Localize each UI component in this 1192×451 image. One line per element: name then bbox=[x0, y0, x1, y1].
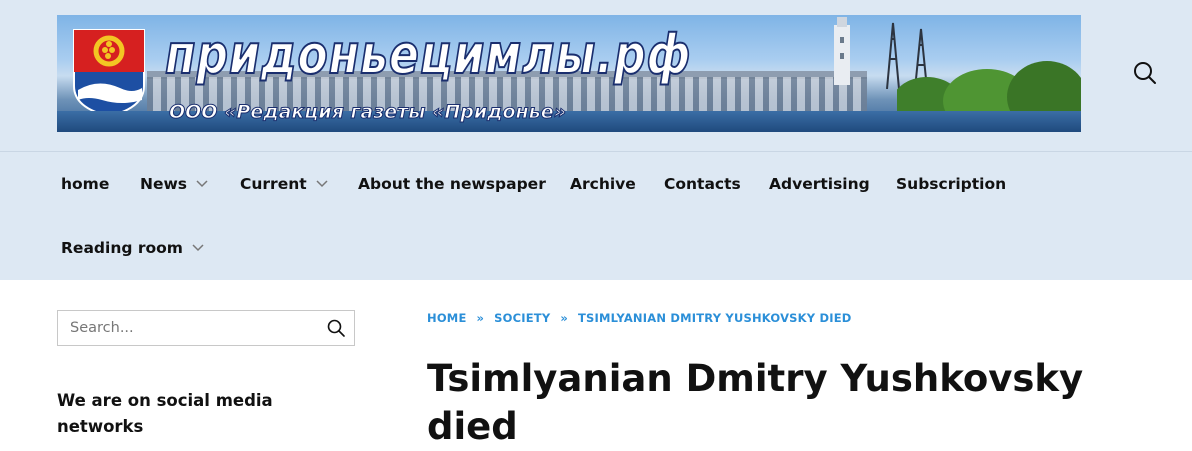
city-emblem-icon bbox=[73, 29, 145, 118]
nav-item-news[interactable]: News bbox=[140, 152, 208, 216]
nav-item-label: Contacts bbox=[664, 175, 741, 193]
tower-icon bbox=[834, 17, 850, 85]
site-title: придоньецимлы.рф bbox=[164, 22, 692, 87]
nav-item-label: Current bbox=[240, 175, 307, 193]
nav-item-reading-room[interactable]: Reading room bbox=[61, 216, 204, 280]
nav-item-archive[interactable]: Archive bbox=[570, 152, 636, 216]
breadcrumb: HOME » SOCIETY » TSIMLYANIAN DMITRY YUSH… bbox=[427, 311, 852, 325]
social-networks-heading: We are on social media networks bbox=[57, 391, 273, 436]
chevron-down-icon bbox=[196, 180, 208, 188]
search-icon[interactable] bbox=[326, 318, 346, 338]
breadcrumb-current[interactable]: TSIMLYANIAN DMITRY YUSHKOVSKY DIED bbox=[578, 311, 852, 325]
site-subtitle: ООО «Редакция газеты «Придонье» bbox=[169, 101, 567, 124]
nav-item-label: About the newspaper bbox=[358, 175, 546, 193]
chevron-down-icon bbox=[192, 244, 204, 252]
nav-item-current[interactable]: Current bbox=[240, 152, 328, 216]
nav-item-label: Archive bbox=[570, 175, 636, 193]
nav-item-advertising[interactable]: Advertising bbox=[769, 152, 870, 216]
breadcrumb-society[interactable]: SOCIETY bbox=[494, 311, 550, 325]
main-nav: home News Current About the newspaper Ar… bbox=[57, 152, 1157, 280]
nav-item-label: Subscription bbox=[896, 175, 1007, 193]
nav-item-label: Advertising bbox=[769, 175, 870, 193]
sidebar-search bbox=[57, 310, 355, 346]
nav-item-home[interactable]: home bbox=[61, 152, 109, 216]
nav-item-about[interactable]: About the newspaper bbox=[358, 152, 546, 216]
nav-item-label: home bbox=[61, 175, 110, 193]
sidebar-search-input[interactable] bbox=[58, 311, 318, 345]
nav-item-label: News bbox=[140, 175, 188, 193]
chevron-down-icon bbox=[316, 180, 328, 188]
nav-item-subscription[interactable]: Subscription bbox=[896, 152, 1006, 216]
breadcrumb-separator: » bbox=[476, 311, 485, 325]
nav-item-contacts[interactable]: Contacts bbox=[664, 152, 741, 216]
nav-item-label: Reading room bbox=[61, 239, 183, 257]
header-search-button[interactable] bbox=[1130, 58, 1160, 88]
site-logo-banner[interactable]: придоньецимлы.рф ООО «Редакция газеты «П… bbox=[57, 15, 1081, 132]
header-bar: придоньецимлы.рф ООО «Редакция газеты «П… bbox=[0, 0, 1192, 280]
breadcrumb-separator: » bbox=[560, 311, 569, 325]
search-icon bbox=[1134, 62, 1156, 84]
breadcrumb-home[interactable]: HOME bbox=[427, 311, 467, 325]
